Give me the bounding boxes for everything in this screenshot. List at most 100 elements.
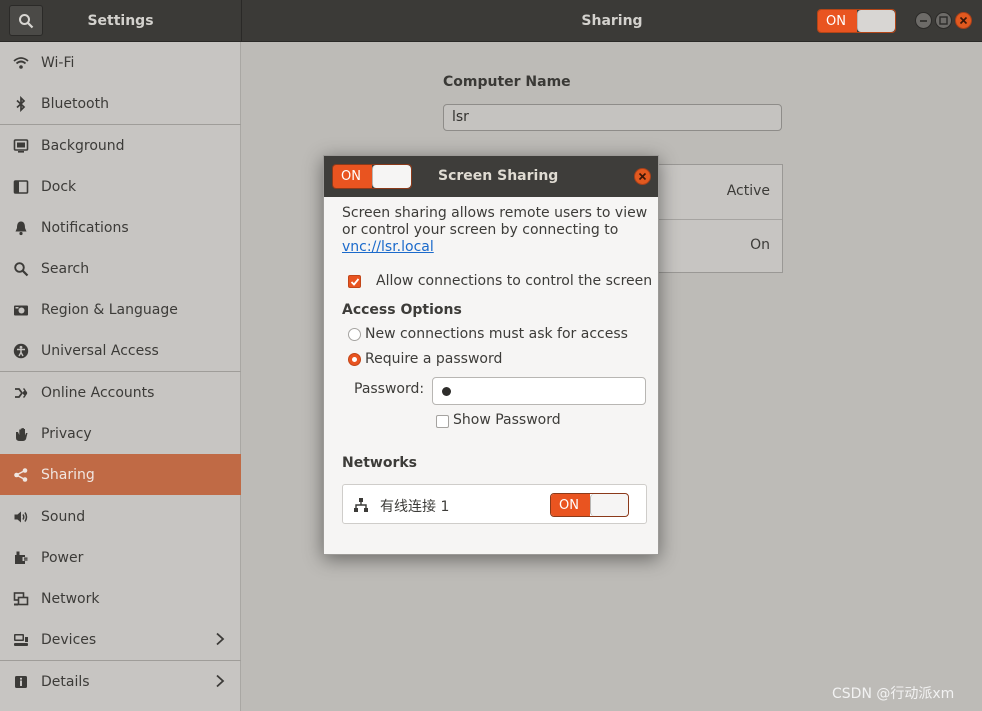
switch-knob [590, 494, 628, 516]
networks-heading: Networks [342, 455, 418, 471]
sidebar-item-power[interactable]: Power [0, 537, 241, 578]
ask-access-label: New connections must ask for access [365, 326, 628, 342]
show-password-label: Show Password [453, 412, 561, 428]
sidebar-item-label: Bluetooth [41, 95, 109, 112]
ask-access-radio[interactable] [348, 328, 361, 341]
screen-sharing-switch[interactable]: ON [332, 164, 412, 189]
require-password-label: Require a password [365, 351, 503, 367]
sidebar-item-search[interactable]: Search [0, 248, 241, 289]
password-input[interactable] [432, 377, 646, 405]
sidebar-item-label: Notifications [41, 219, 129, 236]
camera-icon [13, 302, 29, 318]
computer-name-input[interactable]: lsr [443, 104, 782, 131]
sidebar-item-background[interactable]: Background [0, 125, 241, 166]
sidebar: Wi-Fi Bluetooth Background Dock Notifica… [0, 42, 241, 711]
sidebar-item-universal-access[interactable]: Universal Access [0, 330, 241, 371]
info-icon [13, 674, 29, 690]
computer-name-label: Computer Name [443, 74, 571, 90]
wifi-icon [13, 55, 29, 71]
list-divider [653, 219, 782, 220]
sidebar-item-label: Power [41, 549, 84, 566]
sidebar-item-label: Privacy [41, 425, 92, 442]
close-window-button[interactable] [955, 12, 972, 29]
settings-title: Settings [87, 13, 154, 29]
sidebar-item-devices[interactable]: Devices [0, 619, 241, 660]
sidebar-item-label: Devices [41, 631, 97, 648]
hand-icon [13, 426, 29, 442]
power-icon [13, 550, 29, 566]
sidebar-item-label: Online Accounts [41, 384, 155, 401]
maximize-icon [939, 16, 948, 25]
sidebar-item-sharing[interactable]: Sharing [0, 454, 241, 495]
sidebar-item-label: Search [41, 260, 90, 277]
screen-sharing-dialog: ON Screen Sharing Screen sharing allows … [323, 155, 659, 555]
sidebar-item-label: Wi-Fi [41, 54, 75, 71]
chevron-right-icon [215, 674, 225, 692]
bluetooth-icon [13, 95, 29, 112]
network-name: 有线连接 1 [380, 499, 450, 515]
dialog-header: ON Screen Sharing [324, 156, 658, 197]
sidebar-item-label: Background [41, 137, 125, 154]
dialog-close-button[interactable] [634, 168, 651, 185]
search-icon [13, 261, 29, 277]
minimize-icon [920, 20, 927, 22]
accessibility-icon [13, 343, 29, 359]
sidebar-item-privacy[interactable]: Privacy [0, 413, 241, 454]
service-status-media-sharing[interactable]: On [750, 237, 770, 253]
password-mask-dot [442, 387, 451, 396]
minimize-button[interactable] [915, 12, 932, 29]
sidebar-item-bluetooth[interactable]: Bluetooth [0, 83, 241, 124]
vnc-link[interactable]: vnc://lsr.local [342, 239, 434, 255]
maximize-button[interactable] [935, 12, 952, 29]
chevron-right-icon [215, 632, 225, 650]
network-icon [13, 591, 29, 607]
sidebar-item-label: Dock [41, 178, 77, 195]
switch-on-label: ON [333, 165, 373, 188]
close-icon [959, 16, 968, 25]
sidebar-item-label: Region & Language [41, 301, 178, 318]
require-password-radio[interactable] [348, 353, 361, 366]
sidebar-item-label: Network [41, 590, 100, 607]
network-switch[interactable]: ON [550, 493, 629, 517]
watermark: CSDN @行动派xm [832, 686, 955, 702]
switch-knob [857, 10, 895, 32]
allow-control-label: Allow connections to control the screen [376, 273, 653, 289]
sidebar-item-label: Sound [41, 508, 86, 525]
password-label: Password: [354, 381, 425, 397]
access-options-heading: Access Options [342, 302, 462, 318]
switch-on-label: ON [818, 10, 858, 32]
background-icon [13, 138, 29, 154]
close-icon [638, 172, 647, 181]
service-status-screen-sharing[interactable]: Active [727, 183, 770, 199]
speaker-icon [13, 509, 29, 525]
header-bar: Settings Sharing ON [0, 0, 982, 42]
dialog-title: Screen Sharing [438, 168, 559, 184]
online-accounts-icon [13, 385, 29, 401]
bell-icon [13, 220, 29, 236]
sidebar-item-sound[interactable]: Sound [0, 496, 241, 537]
sidebar-item-label: Sharing [41, 466, 95, 483]
switch-on-label: ON [551, 494, 591, 516]
checkmark-icon [350, 277, 359, 286]
share-icon [13, 467, 29, 483]
description-text: Screen sharing allows remote users to vi… [342, 205, 648, 238]
screen-sharing-description: Screen sharing allows remote users to vi… [342, 205, 652, 256]
sharing-services-list: Active On [652, 164, 783, 273]
sidebar-item-dock[interactable]: Dock [0, 166, 241, 207]
show-password-checkbox[interactable] [436, 415, 449, 428]
sharing-master-switch[interactable]: ON [817, 9, 896, 33]
allow-control-checkbox[interactable] [348, 275, 361, 288]
network-row: 有线连接 1 ON [342, 484, 647, 524]
sidebar-item-label: Universal Access [41, 342, 159, 359]
sidebar-item-label: Details [41, 673, 90, 690]
sidebar-item-online-accounts[interactable]: Online Accounts [0, 372, 241, 413]
sidebar-item-details[interactable]: Details [0, 661, 241, 702]
sidebar-item-network[interactable]: Network [0, 578, 241, 619]
dock-icon [13, 179, 29, 195]
devices-icon [13, 632, 29, 648]
sidebar-item-notifications[interactable]: Notifications [0, 207, 241, 248]
sidebar-item-wifi[interactable]: Wi-Fi [0, 42, 241, 83]
wired-network-icon [353, 497, 369, 517]
switch-knob [372, 165, 411, 188]
sidebar-item-region-language[interactable]: Region & Language [0, 289, 241, 330]
